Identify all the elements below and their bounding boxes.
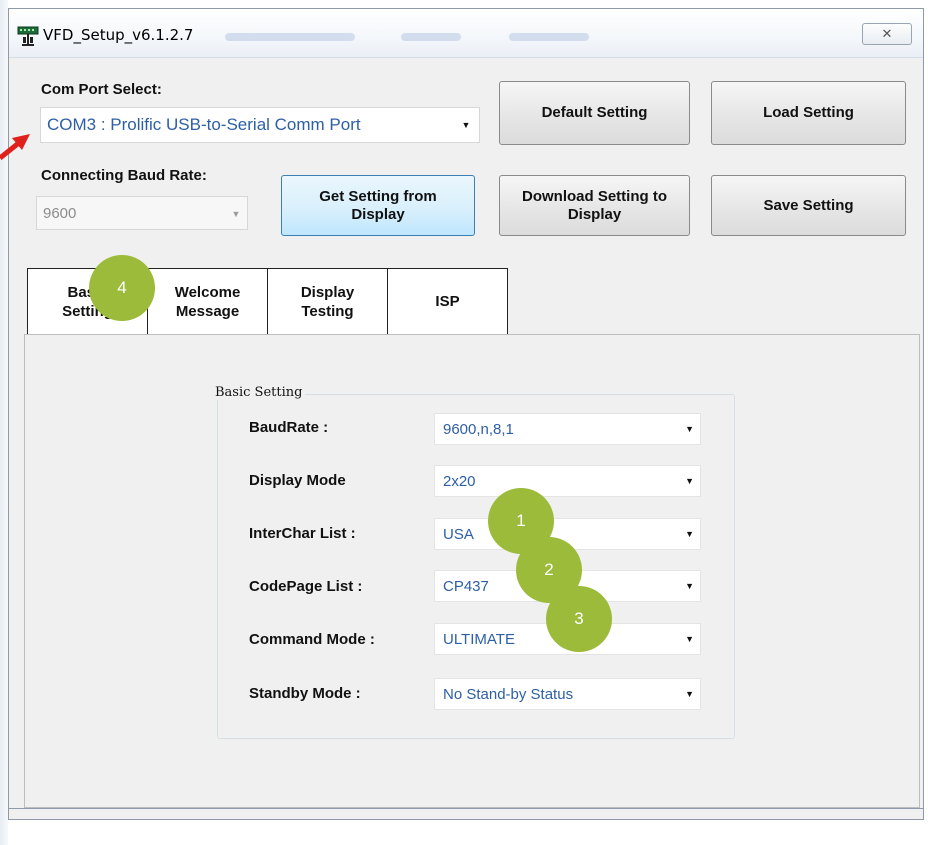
display-mode-label: Display Mode <box>249 472 346 489</box>
group-title: Basic Setting <box>212 385 306 400</box>
download-setting-line2: Display <box>567 205 622 223</box>
red-arrow-icon <box>0 134 30 160</box>
standby-mode-select[interactable]: No Stand-by Status ▼ <box>434 678 701 710</box>
tab-display-testing[interactable]: Display Testing <box>267 268 388 335</box>
basic-setting-group: Basic Setting BaudRate : 9600,n,8,1 ▼ Di… <box>212 385 735 739</box>
baudrate-value: 9600,n,8,1 <box>443 421 514 438</box>
window-client: Com Port Select: COM3 : Prolific USB-to-… <box>9 57 923 819</box>
download-setting-button[interactable]: Download Setting to Display <box>499 175 690 236</box>
close-icon: ✕ <box>881 26 893 41</box>
tab-label: Message <box>175 302 240 320</box>
tab-welcome-message[interactable]: Welcome Message <box>147 268 268 335</box>
download-setting-line1: Download Setting to <box>522 187 667 205</box>
tab-label: Display <box>300 283 355 301</box>
codepage-list-value: CP437 <box>443 578 489 595</box>
title-bar: VFD_Setup_v6.1.2.7 ✕ <box>9 9 923 58</box>
callout-badge-3: 3 <box>546 586 612 652</box>
command-mode-label: Command Mode : <box>249 631 375 648</box>
display-mode-select[interactable]: 2x20 ▼ <box>434 465 701 497</box>
chevron-down-icon[interactable]: ▼ <box>685 581 694 591</box>
window-title: VFD_Setup_v6.1.2.7 <box>43 26 194 44</box>
title-blur <box>225 33 355 41</box>
display-mode-value: 2x20 <box>443 473 476 490</box>
chevron-down-icon[interactable]: ▼ <box>685 689 694 699</box>
tab-label: Welcome <box>174 283 241 301</box>
chevron-down-icon[interactable]: ▼ <box>685 634 694 644</box>
baudrate-label: BaudRate : <box>249 419 329 436</box>
com-port-value: COM3 : Prolific USB-to-Serial Comm Port <box>47 115 361 134</box>
app-window: VFD_Setup_v6.1.2.7 ✕ Com Port Select: CO… <box>8 8 924 820</box>
standby-mode-value: No Stand-by Status <box>443 686 574 703</box>
close-button[interactable]: ✕ <box>862 23 912 45</box>
title-blur <box>401 33 461 41</box>
tab-isp[interactable]: ISP <box>387 268 508 335</box>
chevron-down-icon[interactable]: ▼ <box>459 120 473 130</box>
chevron-down-icon[interactable]: ▼ <box>685 424 694 434</box>
default-setting-button[interactable]: Default Setting <box>499 81 690 145</box>
load-setting-button[interactable]: Load Setting <box>711 81 906 145</box>
standby-mode-label: Standby Mode : <box>249 685 361 702</box>
interchar-list-value: USA <box>443 526 474 543</box>
get-setting-line2: Display <box>351 205 405 223</box>
chevron-down-icon[interactable]: ▼ <box>229 209 243 219</box>
baud-rate-value: 9600 <box>43 205 77 222</box>
vfd-display-icon <box>17 26 39 46</box>
interchar-list-label: InterChar List : <box>249 525 356 542</box>
com-port-label: Com Port Select: <box>41 81 162 98</box>
command-mode-value: ULTIMATE <box>443 631 515 648</box>
get-setting-line1: Get Setting from <box>319 187 437 205</box>
get-setting-button[interactable]: Get Setting from Display <box>281 175 475 236</box>
tab-label: ISP <box>435 293 460 310</box>
chevron-down-icon[interactable]: ▼ <box>685 529 694 539</box>
codepage-list-label: CodePage List : <box>249 578 363 595</box>
baud-rate-select[interactable]: 9600 ▼ <box>36 196 248 230</box>
save-setting-button[interactable]: Save Setting <box>711 175 906 236</box>
tab-panel-basic-setting: Basic Setting BaudRate : 9600,n,8,1 ▼ Di… <box>24 334 920 808</box>
title-blur <box>509 33 589 41</box>
com-port-select[interactable]: COM3 : Prolific USB-to-Serial Comm Port … <box>40 107 480 143</box>
baud-rate-label: Connecting Baud Rate: <box>41 167 207 184</box>
baudrate-select[interactable]: 9600,n,8,1 ▼ <box>434 413 701 445</box>
tab-label: Testing <box>301 302 354 320</box>
callout-badge-4: 4 <box>89 255 155 321</box>
status-divider <box>9 808 923 809</box>
chevron-down-icon[interactable]: ▼ <box>685 476 694 486</box>
